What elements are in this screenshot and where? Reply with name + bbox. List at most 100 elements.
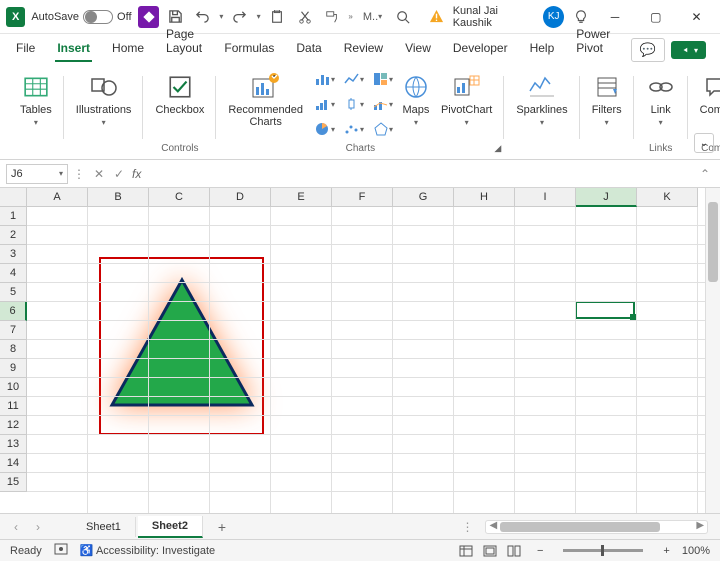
- treemap-icon[interactable]: ▾: [371, 68, 395, 90]
- name-box-dropdown[interactable]: ⋮: [70, 164, 88, 184]
- worksheet-grid[interactable]: ABCDEFGHIJK 123456789101112131415: [0, 188, 705, 513]
- formula-bar-expand[interactable]: ⌃: [696, 167, 714, 181]
- row-header-14[interactable]: 14: [0, 454, 27, 473]
- close-button[interactable]: ✕: [679, 3, 714, 31]
- tab-developer[interactable]: Developer: [451, 36, 510, 62]
- combo-chart-icon[interactable]: ▾: [371, 93, 395, 115]
- tab-home[interactable]: Home: [110, 36, 146, 62]
- link-button[interactable]: Link▾: [642, 68, 680, 130]
- tab-power-pivot[interactable]: Power Pivot: [574, 22, 613, 62]
- user-account[interactable]: Kunal Jai Kaushik KJ: [453, 5, 565, 29]
- row-header-13[interactable]: 13: [0, 435, 27, 454]
- horizontal-scrollbar[interactable]: ◀ ▶: [485, 520, 708, 534]
- tab-review[interactable]: Review: [342, 36, 385, 62]
- fx-label[interactable]: fx: [132, 167, 141, 181]
- tab-insert[interactable]: Insert: [55, 36, 92, 62]
- zoom-level[interactable]: 100%: [682, 545, 710, 557]
- name-box[interactable]: J6▾: [6, 164, 68, 184]
- row-header-3[interactable]: 3: [0, 245, 27, 264]
- select-all-corner[interactable]: [0, 188, 27, 207]
- collapse-ribbon-button[interactable]: ⌄: [694, 133, 714, 153]
- sheet-next-icon[interactable]: ›: [28, 517, 48, 537]
- tab-view[interactable]: View: [403, 36, 433, 62]
- redo-more[interactable]: ▾: [257, 12, 261, 21]
- zoom-out-button[interactable]: −: [537, 545, 543, 557]
- normal-view-icon[interactable]: [455, 542, 477, 560]
- hierarchy-chart-icon[interactable]: ▾: [313, 93, 337, 115]
- row-header-9[interactable]: 9: [0, 359, 27, 378]
- statistic-chart-icon[interactable]: ▾: [342, 93, 366, 115]
- col-header-A[interactable]: A: [27, 188, 88, 207]
- add-sheet-button[interactable]: +: [211, 516, 233, 538]
- maps-button[interactable]: Maps▾: [397, 68, 435, 130]
- row-header-6[interactable]: 6: [0, 302, 27, 321]
- zoom-in-button[interactable]: +: [663, 545, 669, 557]
- col-header-B[interactable]: B: [88, 188, 149, 207]
- hscroll-thumb[interactable]: [500, 522, 660, 532]
- warning-icon[interactable]: [425, 4, 446, 30]
- cancel-formula-icon[interactable]: ✕: [90, 164, 108, 184]
- confirm-formula-icon[interactable]: ✓: [110, 164, 128, 184]
- triangle-shape[interactable]: [107, 275, 257, 415]
- col-header-G[interactable]: G: [393, 188, 454, 207]
- row-header-11[interactable]: 11: [0, 397, 27, 416]
- tab-formulas[interactable]: Formulas: [222, 36, 276, 62]
- row-header-7[interactable]: 7: [0, 321, 27, 340]
- line-chart-icon[interactable]: ▾: [342, 68, 366, 90]
- vscroll-thumb[interactable]: [708, 202, 718, 282]
- tab-help[interactable]: Help: [528, 36, 557, 62]
- illustrations-button[interactable]: Illustrations▾: [72, 68, 136, 130]
- pivotchart-button[interactable]: PivotChart▾: [437, 68, 496, 130]
- radar-chart-icon[interactable]: ▾: [371, 118, 395, 140]
- page-layout-view-icon[interactable]: [479, 542, 501, 560]
- sheet-tab-2[interactable]: Sheet2: [138, 516, 203, 538]
- zoom-slider[interactable]: [563, 549, 643, 552]
- sparklines-button[interactable]: Sparklines▾: [512, 68, 571, 130]
- pie-chart-icon[interactable]: ▾: [313, 118, 337, 140]
- page-break-view-icon[interactable]: [503, 542, 525, 560]
- row-header-4[interactable]: 4: [0, 264, 27, 283]
- col-header-I[interactable]: I: [515, 188, 576, 207]
- vertical-scrollbar[interactable]: [705, 188, 720, 513]
- comment-button[interactable]: Comm: [696, 68, 720, 118]
- col-header-F[interactable]: F: [332, 188, 393, 207]
- col-header-H[interactable]: H: [454, 188, 515, 207]
- cut-icon[interactable]: [294, 4, 315, 30]
- filters-button[interactable]: Filters▾: [588, 68, 626, 130]
- cells-canvas[interactable]: [27, 207, 705, 513]
- search-icon[interactable]: [392, 4, 413, 30]
- recommended-charts-button[interactable]: Recommended Charts: [224, 68, 307, 130]
- col-header-D[interactable]: D: [210, 188, 271, 207]
- scatter-chart-icon[interactable]: ▾: [342, 118, 366, 140]
- macro-recorder-icon[interactable]: [54, 543, 68, 558]
- charts-launcher[interactable]: ◢: [494, 143, 501, 154]
- row-header-1[interactable]: 1: [0, 207, 27, 226]
- quick-print-icon[interactable]: [267, 4, 288, 30]
- autosave[interactable]: AutoSave Off: [31, 10, 131, 24]
- row-header-12[interactable]: 12: [0, 416, 27, 435]
- checkbox-button[interactable]: Checkbox: [151, 68, 208, 118]
- row-header-10[interactable]: 10: [0, 378, 27, 397]
- bar-chart-icon[interactable]: ▾: [313, 68, 337, 90]
- tab-data[interactable]: Data: [294, 36, 323, 62]
- sheet-prev-icon[interactable]: ‹: [6, 517, 26, 537]
- comments-button[interactable]: 💬: [631, 38, 665, 62]
- autosave-toggle[interactable]: [83, 10, 113, 24]
- qat-more[interactable]: »: [348, 12, 352, 21]
- col-header-J[interactable]: J: [576, 188, 637, 207]
- share-button[interactable]: ▾: [671, 41, 706, 59]
- doc-name[interactable]: M.. ▾: [359, 4, 386, 30]
- sheet-scroll-menu[interactable]: ⋮: [457, 517, 477, 537]
- row-header-15[interactable]: 15: [0, 473, 27, 492]
- sheet-tab-1[interactable]: Sheet1: [72, 517, 136, 537]
- redo-icon[interactable]: [229, 4, 250, 30]
- col-header-E[interactable]: E: [271, 188, 332, 207]
- tab-file[interactable]: File: [14, 36, 37, 62]
- formula-input[interactable]: [143, 164, 694, 184]
- col-header-C[interactable]: C: [149, 188, 210, 207]
- row-header-8[interactable]: 8: [0, 340, 27, 359]
- tab-page-layout[interactable]: Page Layout: [164, 22, 204, 62]
- undo-more[interactable]: ▾: [219, 12, 223, 21]
- col-header-K[interactable]: K: [637, 188, 698, 207]
- tables-button[interactable]: Tables▾: [16, 68, 56, 130]
